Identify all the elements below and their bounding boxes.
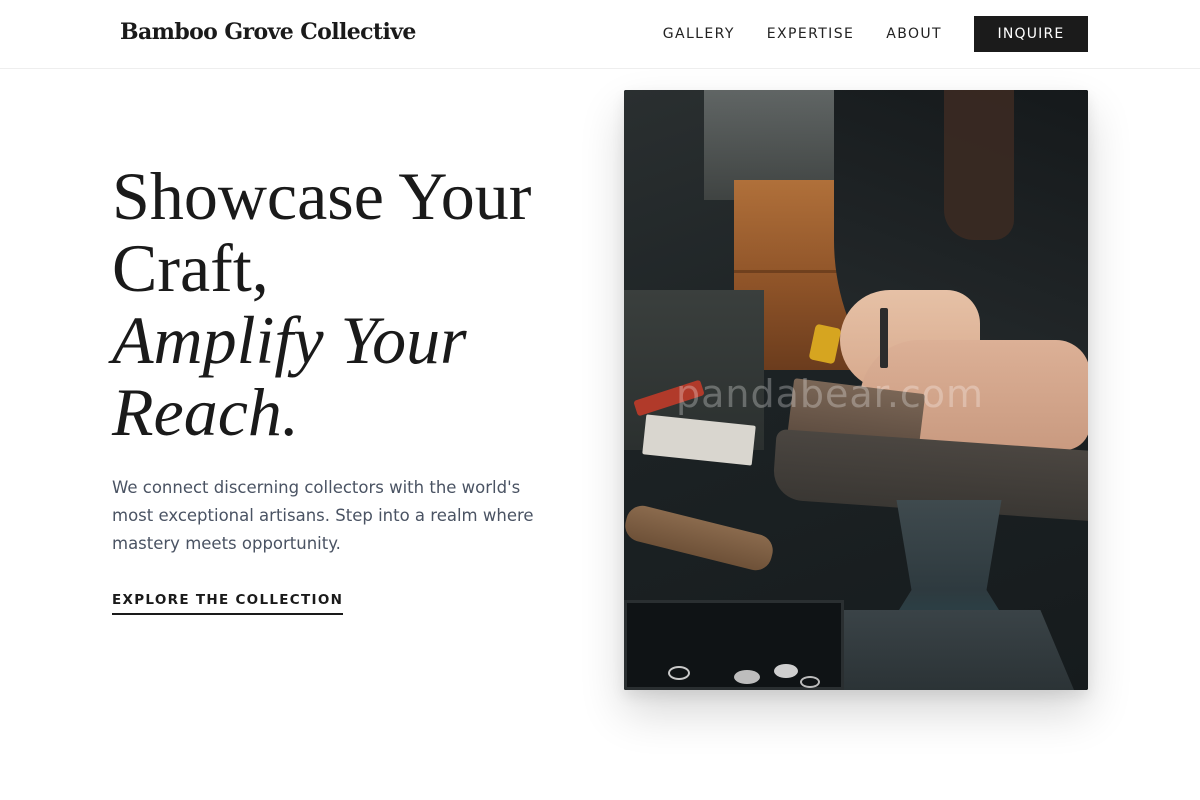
image-stamp-tool	[880, 308, 888, 368]
hero-title: Showcase Your Craft, Amplify Your Reach.	[112, 160, 602, 448]
nav-about-link[interactable]: ABOUT	[886, 18, 942, 50]
image-watermark: pandabear.com	[676, 372, 985, 416]
hero-image-artisan-workbench: pandabear.com	[624, 90, 1088, 690]
inquire-button[interactable]: INQUIRE	[974, 16, 1088, 52]
image-ring-1	[668, 666, 690, 680]
image-person-hair	[944, 90, 1014, 240]
hero-title-line-4: Reach.	[112, 374, 299, 450]
hero-title-line-2: Craft,	[112, 230, 269, 306]
hero-title-line-1: Showcase Your	[112, 158, 532, 234]
hero-description: We connect discerning collectors with th…	[112, 478, 534, 553]
site-header: Bamboo Grove Collective GALLERY EXPERTIS…	[0, 0, 1200, 69]
image-ring-4	[800, 676, 820, 688]
main-nav: GALLERY EXPERTISE ABOUT INQUIRE	[663, 16, 1088, 52]
nav-expertise-link[interactable]: EXPERTISE	[767, 18, 854, 50]
explore-collection-link[interactable]: EXPLORE THE COLLECTION	[112, 592, 344, 615]
nav-gallery-link[interactable]: GALLERY	[663, 18, 735, 50]
image-ring-2	[734, 670, 760, 684]
brand-logo[interactable]: Bamboo Grove Collective	[120, 19, 416, 45]
hero-title-line-3: Amplify Your	[112, 302, 467, 378]
image-ring-3	[774, 664, 798, 678]
